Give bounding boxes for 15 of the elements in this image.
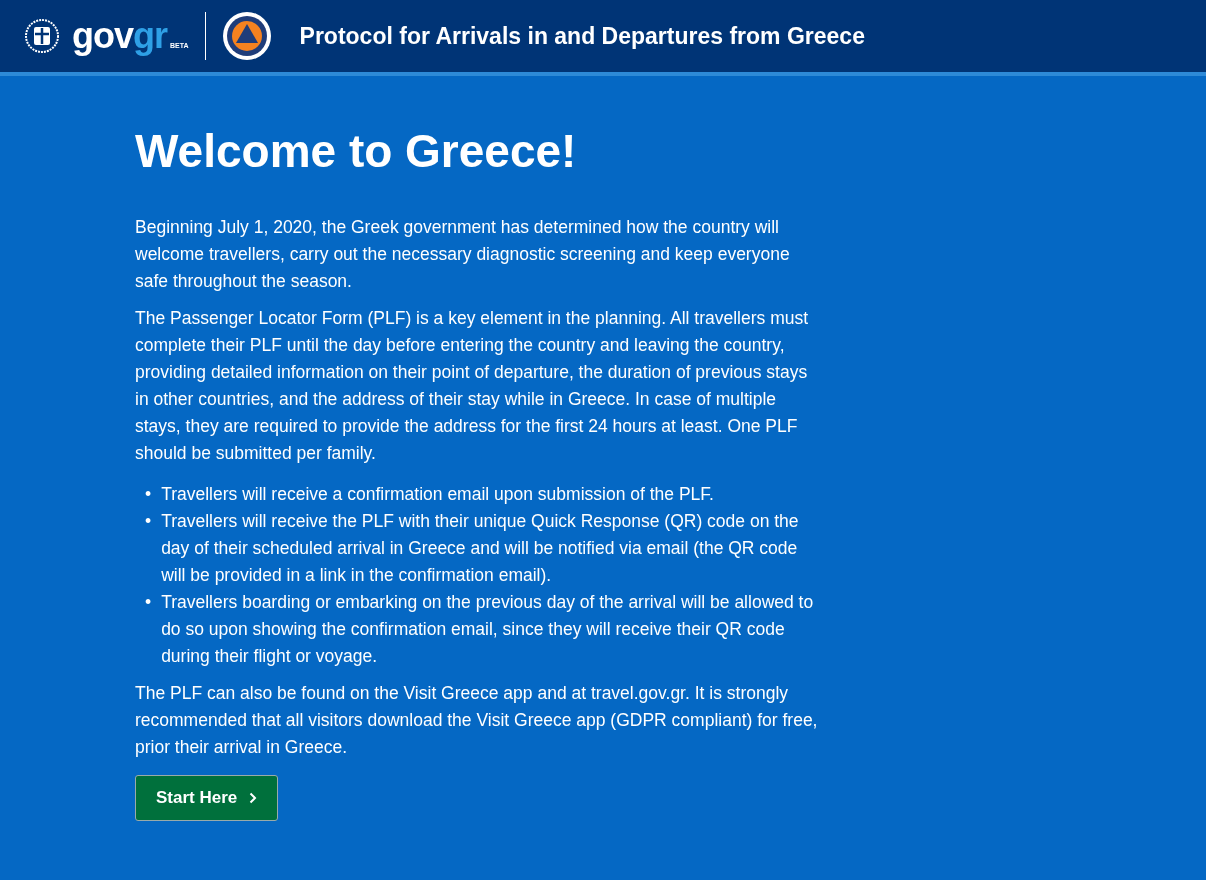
- paragraph: The Passenger Locator Form (PLF) is a key element in the planning. All travellers must complete their PLF until the day before entering the country and leaving the country, providing detailed information on their point of departure, the duration of previous stays in other countries, and the address of their stay while in Greece. In case of multiple stays, they are required to provide the address for the first 24 hours at least. One PLF should be submitted per family.: [135, 307, 810, 465]
- chevron-icon: [249, 792, 258, 804]
- page-title: Protocol for Arrivals in and Departures from Greece: [299, 22, 865, 50]
- start-button[interactable]: Start Here: [135, 775, 279, 821]
- welcome-heading: Welcome to Greece!: [135, 124, 578, 178]
- emblem-icon: [24, 18, 60, 54]
- paragraph: Beginning July 1, 2020, the Greek government has determined how the country will welcome travellers, carry out the necessary diagnostic screening and keep everyone safe throughout the season.: [135, 216, 791, 293]
- bullet-item: Travellers will receive the PLF with their unique Quick Response (QR) code on the day of their scheduled arrival in Greece and will be notified via email (the QR code will be provided in a link in the confirmation email).: [161, 510, 800, 587]
- civil-protection-icon: [221, 11, 272, 61]
- bullet-item: Travellers will receive a confirmation email upon submission of the PLF.: [161, 483, 714, 506]
- bullet-marker: •: [145, 483, 152, 506]
- bullet-marker: •: [145, 591, 152, 614]
- paragraph: The PLF can also be found on the Visit Greece app and at travel.gov.gr. It is strongly recommended that all visitors download the Visit Greece app (GDPR compliant) for free, prior their arrival in Greece.: [135, 682, 819, 759]
- bullet-item: Travellers boarding or embarking on the previous day of the arrival will be allowed to do so upon showing the confirmation email, since they will receive their QR code during their flight or voyage.: [161, 591, 815, 668]
- bullet-marker: •: [145, 510, 152, 533]
